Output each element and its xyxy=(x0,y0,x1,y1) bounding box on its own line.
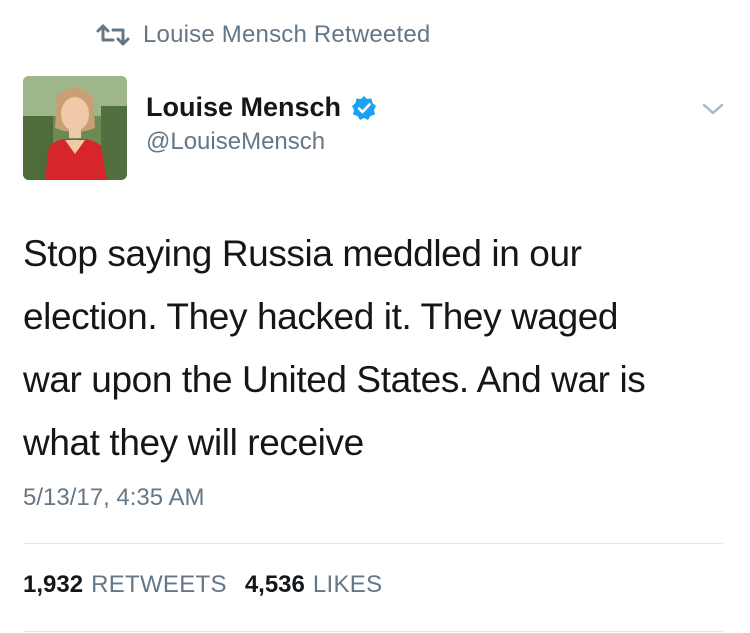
author-name[interactable]: Louise Mensch xyxy=(146,92,341,123)
avatar[interactable] xyxy=(23,76,127,180)
divider xyxy=(23,631,723,632)
retweet-icon xyxy=(95,23,131,47)
author-handle[interactable]: @LouiseMensch xyxy=(146,128,325,156)
author-name-row[interactable]: Louise Mensch xyxy=(146,92,377,123)
tweet-timestamp[interactable]: 5/13/17, 4:35 AM xyxy=(23,484,204,512)
chevron-down-icon[interactable] xyxy=(700,100,726,118)
retweet-label: Louise Mensch Retweeted xyxy=(143,21,431,48)
retweet-banner[interactable]: Louise Mensch Retweeted xyxy=(95,20,430,50)
likes-count: 4,536 xyxy=(244,571,305,598)
verified-badge-icon xyxy=(351,95,377,121)
tweet-text: Stop saying Russia meddled in our electi… xyxy=(23,233,646,463)
likes-label: LIKES xyxy=(312,571,383,598)
divider xyxy=(23,543,723,544)
likes-stat[interactable]: 4,536 LIKES xyxy=(245,571,383,599)
retweets-stat[interactable]: 1,932 RETWEETS xyxy=(23,571,227,599)
retweets-label: RETWEETS xyxy=(91,571,227,598)
retweets-count: 1,932 xyxy=(23,571,84,598)
tweet-stats: 1,932 RETWEETS 4,536 LIKES xyxy=(23,571,400,599)
